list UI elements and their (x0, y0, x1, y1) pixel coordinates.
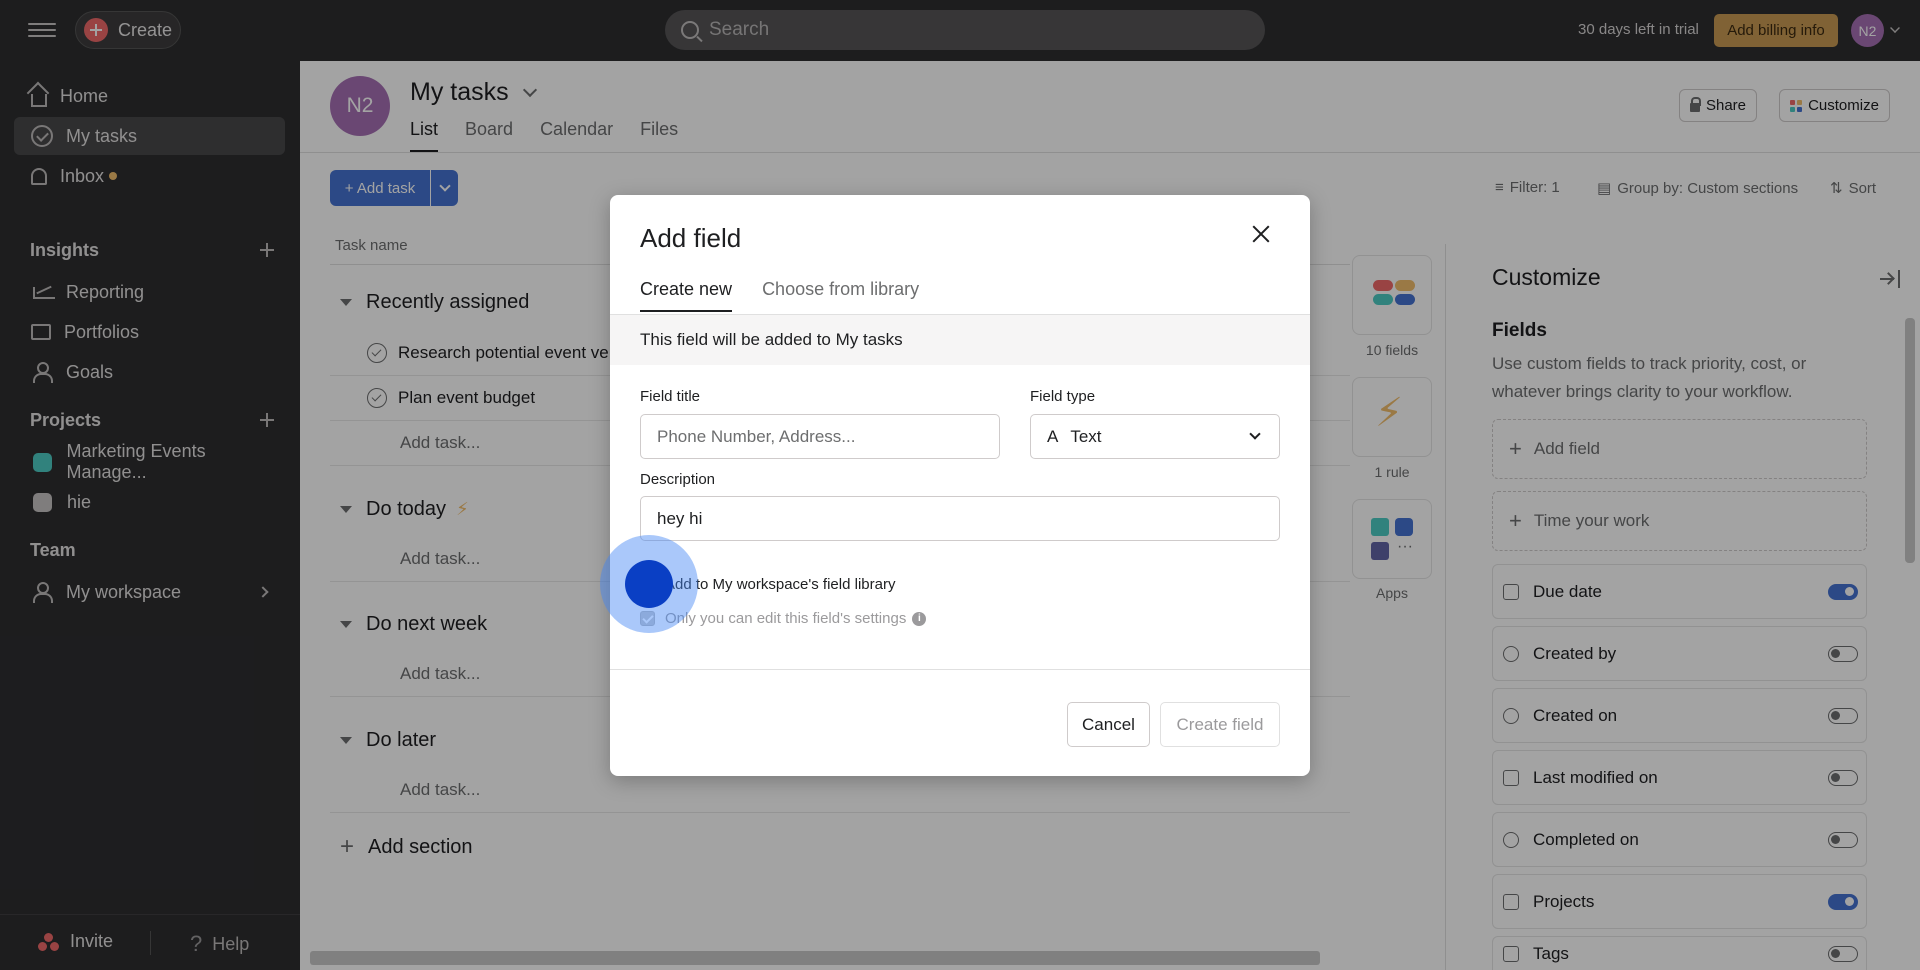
divider (610, 669, 1310, 670)
cancel-button[interactable]: Cancel (1067, 702, 1150, 747)
text-type-icon: A (1047, 426, 1059, 446)
create-field-button[interactable]: Create field (1160, 702, 1280, 747)
tab-choose-from-library[interactable]: Choose from library (762, 279, 919, 312)
info-banner: This field will be added to My tasks (610, 315, 1310, 365)
add-field-dialog: Add field Create new Choose from library… (610, 195, 1310, 776)
field-title-input[interactable]: Phone Number, Address... (640, 414, 1000, 459)
only-you-edit-label: Only you can edit this field's settings (665, 610, 907, 627)
description-input[interactable]: hey hi (640, 496, 1280, 541)
chevron-down-icon (1249, 428, 1261, 440)
dialog-tabs: Create new Choose from library (640, 279, 949, 312)
tab-create-new[interactable]: Create new (640, 279, 733, 312)
field-type-label: Field type (1030, 388, 1096, 405)
description-label: Description (640, 471, 716, 488)
dialog-title: Add field (640, 223, 742, 253)
add-to-library-label: Add to My workspace's field library (665, 576, 896, 593)
field-title-label: Field title (640, 388, 701, 405)
info-icon[interactable]: i (912, 611, 927, 626)
close-icon[interactable] (1250, 223, 1272, 245)
field-type-value: Text (1070, 426, 1102, 446)
cursor-dot (625, 560, 673, 608)
field-type-select[interactable]: A Text (1030, 414, 1280, 459)
